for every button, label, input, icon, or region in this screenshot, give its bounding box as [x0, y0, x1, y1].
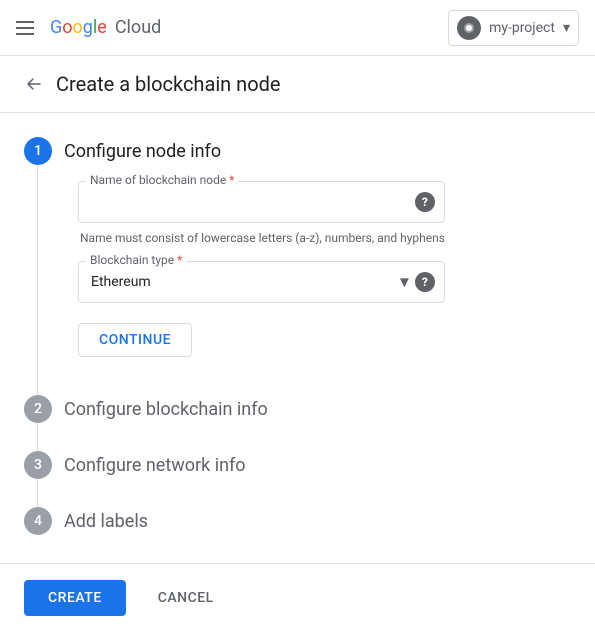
step-1-header: 1 Configure node info	[24, 137, 571, 165]
step-1-number: 1	[24, 137, 52, 165]
node-name-input[interactable]	[78, 181, 445, 223]
blockchain-type-label: Blockchain type *	[86, 253, 186, 267]
navbar: Google Cloud my-project ▾	[0, 0, 595, 56]
step-1-container: 1 Configure node info Name of blockchain…	[24, 137, 571, 395]
step-3-title: Configure network info	[64, 455, 246, 476]
project-selector[interactable]: my-project ▾	[448, 10, 579, 46]
step-3-container: 3 Configure network info	[24, 451, 571, 507]
step-3-number: 3	[24, 451, 52, 479]
step-2-container: 2 Configure blockchain info	[24, 395, 571, 451]
step-4-header: 4 Add labels	[24, 507, 571, 535]
step-3-header: 3 Configure network info	[24, 451, 571, 479]
step-4-number: 4	[24, 507, 52, 535]
node-name-help-icon[interactable]: ?	[415, 192, 435, 212]
node-name-label: Name of blockchain node *	[86, 173, 238, 187]
step-1-title: Configure node info	[64, 141, 221, 162]
blockchain-type-wrapper: Blockchain type * Ethereum ▾ ?	[78, 261, 445, 303]
main-content: 1 Configure node info Name of blockchain…	[0, 113, 595, 559]
step-1-fields: Name of blockchain node * ? Name must co…	[78, 165, 445, 395]
avatar	[457, 16, 481, 40]
step-1-line	[37, 165, 38, 395]
page-title: Create a blockchain node	[56, 72, 281, 96]
project-name: my-project	[489, 20, 555, 36]
step-3-line	[37, 479, 38, 507]
cloud-text: Cloud	[115, 17, 161, 38]
back-arrow-icon[interactable]	[24, 74, 44, 94]
step-4-container: 4 Add labels	[24, 507, 571, 535]
step-2-title: Configure blockchain info	[64, 399, 268, 420]
hamburger-icon[interactable]	[16, 21, 34, 35]
continue-button[interactable]: CONTINUE	[78, 323, 192, 357]
step-2-line	[37, 423, 38, 451]
google-logo: Google	[50, 17, 107, 38]
chevron-down-icon: ▾	[563, 20, 570, 36]
step-2-number: 2	[24, 395, 52, 423]
blockchain-type-select[interactable]: Ethereum	[78, 261, 445, 303]
step-1-body: Name of blockchain node * ? Name must co…	[24, 165, 571, 395]
node-name-wrapper: Name of blockchain node * ?	[78, 181, 445, 223]
step-2-header: 2 Configure blockchain info	[24, 395, 571, 423]
page-header: Create a blockchain node	[0, 56, 595, 113]
create-button[interactable]: CREATE	[24, 580, 126, 616]
cancel-button[interactable]: CANCEL	[142, 580, 230, 616]
node-name-hint: Name must consist of lowercase letters (…	[78, 231, 445, 245]
action-bar: CREATE CANCEL	[0, 563, 595, 632]
google-cloud-logo: Google Cloud	[50, 17, 161, 38]
step-4-title: Add labels	[64, 511, 148, 532]
blockchain-type-help-icon[interactable]: ?	[415, 272, 435, 292]
